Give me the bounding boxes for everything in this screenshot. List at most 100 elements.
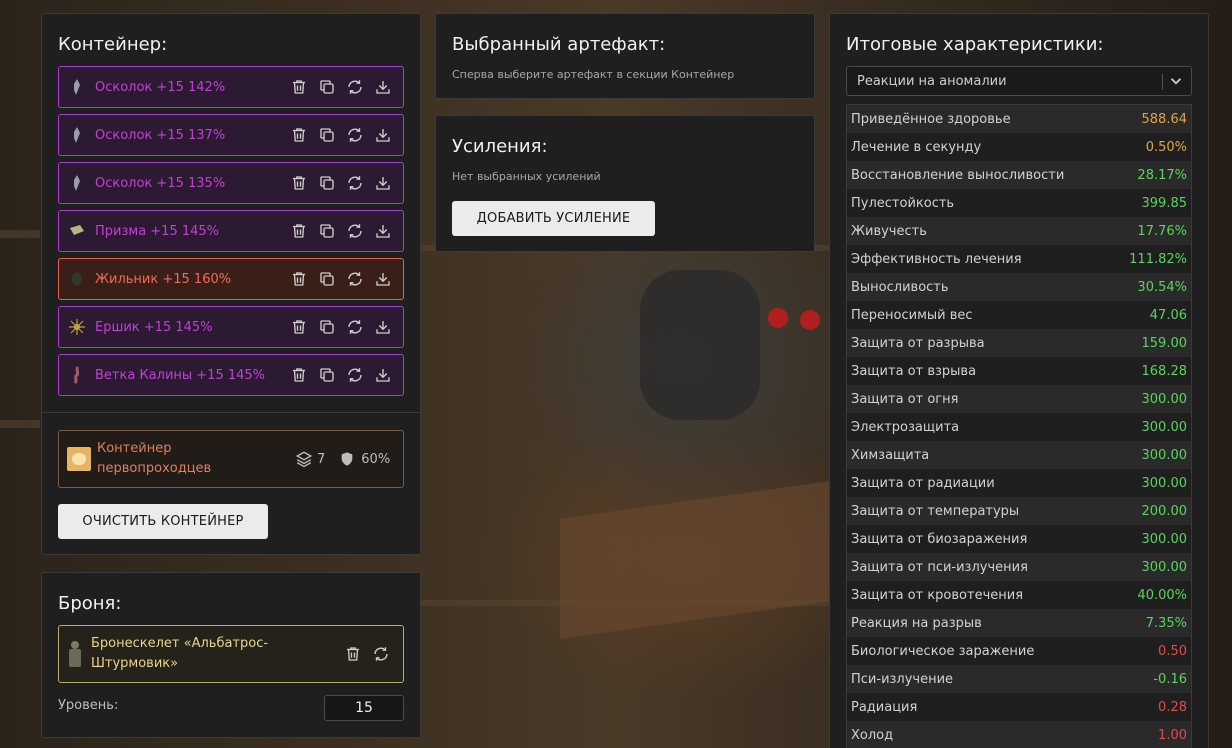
download-icon: [376, 177, 390, 190]
artifact-delete-button[interactable]: [285, 169, 313, 197]
stat-value: 0.50%: [1145, 139, 1187, 155]
container-panel: Контейнер: Осколок +15 142% Осколок +15 1…: [41, 13, 421, 555]
artifact-delete-button[interactable]: [285, 217, 313, 245]
trash-icon: [293, 128, 305, 142]
artifact-row[interactable]: Ершик +15 145%: [58, 306, 404, 348]
level-input[interactable]: 15: [324, 695, 404, 721]
artifact-row[interactable]: Осколок +15 135%: [58, 162, 404, 204]
artifact-duplicate-button[interactable]: [313, 217, 341, 245]
stat-label: Защита от взрыва: [851, 363, 977, 379]
stat-label: Приведённое здоровье: [851, 111, 1011, 127]
trash-icon: [293, 224, 305, 238]
artifact-duplicate-button[interactable]: [313, 169, 341, 197]
shard-icon: [69, 78, 85, 96]
stat-row: Защита от пси-излучения 300.00: [847, 553, 1191, 581]
stat-row: Приведённое здоровье 588.64: [847, 105, 1191, 133]
artifact-replace-button[interactable]: [341, 169, 369, 197]
artifact-replace-button[interactable]: [341, 73, 369, 101]
stat-label: Переносимый вес: [851, 307, 973, 323]
stat-row: Реакция на разрыв 7.35%: [847, 609, 1191, 637]
artifact-name: Осколок +15 142%: [95, 79, 226, 95]
artifact-row[interactable]: Жильник +15 160%: [58, 258, 404, 300]
container-item[interactable]: Контейнер первопроходцев 7 60%: [58, 430, 404, 488]
divider: [42, 412, 420, 413]
armor-title: Броня:: [58, 593, 122, 614]
artifact-replace-button[interactable]: [341, 121, 369, 149]
container-name: Контейнер первопроходцев: [97, 441, 212, 476]
stat-row: Живучесть 17.76%: [847, 217, 1191, 245]
artifact-export-button[interactable]: [369, 73, 397, 101]
stat-value: 1.00: [1158, 727, 1187, 743]
artifact-delete-button[interactable]: [285, 313, 313, 341]
artifact-export-button[interactable]: [369, 265, 397, 293]
stat-row: Защита от огня 300.00: [847, 385, 1191, 413]
artifact-row[interactable]: Осколок +15 142%: [58, 66, 404, 108]
artifact-row[interactable]: Призма +15 145%: [58, 210, 404, 252]
trash-icon: [293, 320, 305, 334]
artifact-export-button[interactable]: [369, 169, 397, 197]
artifact-row[interactable]: Осколок +15 137%: [58, 114, 404, 156]
stat-value: 300.00: [1141, 391, 1188, 407]
trash-icon: [293, 176, 305, 190]
artifact-duplicate-button[interactable]: [313, 313, 341, 341]
slots-count: 7: [317, 451, 326, 467]
stats-filter-value: Реакции на аномалии: [857, 73, 1007, 89]
clear-container-button[interactable]: ОЧИСТИТЬ КОНТЕЙНЕР: [58, 504, 268, 539]
selected-artifact-panel: Выбранный артефакт: Сперва выберите арте…: [435, 13, 815, 99]
artifact-duplicate-button[interactable]: [313, 361, 341, 389]
armor-item[interactable]: Бронескелет «Альбатрос-Штурмовик»: [58, 625, 404, 683]
stat-label: Защита от биозаражения: [851, 531, 1028, 547]
artifact-export-button[interactable]: [369, 121, 397, 149]
stat-row: Защита от взрыва 168.28: [847, 357, 1191, 385]
artifact-delete-button[interactable]: [285, 121, 313, 149]
artifact-name: Ветка Калины +15 145%: [95, 367, 266, 383]
stat-label: Биологическое заражение: [851, 643, 1035, 659]
stat-label: Лечение в секунду: [851, 139, 982, 155]
stat-row: Переносимый вес 47.06: [847, 301, 1191, 329]
artifact-row[interactable]: Ветка Калины +15 145%: [58, 354, 404, 396]
boosts-title: Усиления:: [452, 136, 548, 157]
level-label: Уровень:: [58, 698, 119, 713]
artifact-delete-button[interactable]: [285, 265, 313, 293]
artifact-replace-button[interactable]: [341, 313, 369, 341]
artifact-export-button[interactable]: [369, 217, 397, 245]
armor-name: Бронескелет «Альбатрос-Штурмовик»: [91, 636, 269, 671]
stat-value: -0.16: [1153, 671, 1187, 687]
artifact-export-button[interactable]: [369, 313, 397, 341]
layers-icon: [295, 451, 313, 468]
stat-row: Защита от радиации 300.00: [847, 469, 1191, 497]
copy-icon: [320, 368, 334, 382]
artifact-delete-button[interactable]: [285, 361, 313, 389]
stat-value: 300.00: [1141, 447, 1188, 463]
artifact-replace-button[interactable]: [341, 361, 369, 389]
stat-row: Защита от биозаражения 300.00: [847, 525, 1191, 553]
stat-value: 300.00: [1141, 419, 1188, 435]
container-title: Контейнер:: [58, 34, 168, 55]
stat-row: Выносливость 30.54%: [847, 273, 1191, 301]
armor-delete-button[interactable]: [339, 640, 367, 668]
stat-label: Выносливость: [851, 279, 949, 295]
artifact-name: Осколок +15 135%: [95, 175, 226, 191]
stat-label: Реакция на разрыв: [851, 615, 982, 631]
stat-value: 17.76%: [1137, 223, 1187, 239]
artifact-duplicate-button[interactable]: [313, 121, 341, 149]
armor-replace-button[interactable]: [367, 640, 395, 668]
download-icon: [376, 321, 390, 334]
stats-panel: Итоговые характеристики: Реакции на аном…: [829, 13, 1209, 748]
stats-filter-select[interactable]: Реакции на аномалии: [846, 66, 1192, 96]
artifact-duplicate-button[interactable]: [313, 73, 341, 101]
branch-icon: [69, 366, 85, 384]
artifact-replace-button[interactable]: [341, 217, 369, 245]
stat-label: Химзащита: [851, 447, 930, 463]
artifact-name: Призма +15 145%: [95, 223, 220, 239]
add-boost-button[interactable]: ДОБАВИТЬ УСИЛЕНИЕ: [452, 201, 655, 236]
refresh-icon: [348, 176, 362, 190]
stat-value: 300.00: [1141, 531, 1188, 547]
artifact-name: Осколок +15 137%: [95, 127, 226, 143]
artifact-replace-button[interactable]: [341, 265, 369, 293]
selected-artifact-title: Выбранный артефакт:: [452, 34, 666, 55]
artifact-duplicate-button[interactable]: [313, 265, 341, 293]
artifact-export-button[interactable]: [369, 361, 397, 389]
stat-row: Биологическое заражение 0.50: [847, 637, 1191, 665]
artifact-delete-button[interactable]: [285, 73, 313, 101]
